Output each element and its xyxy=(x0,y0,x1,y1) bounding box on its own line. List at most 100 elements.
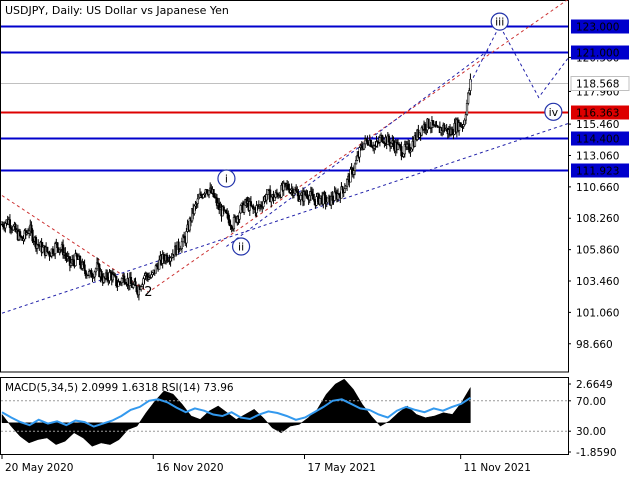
time-tick-label: 11 Nov 2021 xyxy=(464,462,531,474)
level-price-tag: 111.923 xyxy=(571,163,629,178)
candle-body xyxy=(431,120,435,126)
candle-body xyxy=(315,196,318,206)
level-tag-label: 121.000 xyxy=(576,48,619,60)
candle-body xyxy=(93,271,96,278)
candle-body xyxy=(353,163,357,171)
level-tag-label: 114.400 xyxy=(576,134,619,146)
candle-body xyxy=(177,241,180,251)
candle-body xyxy=(207,190,211,195)
candle-body xyxy=(82,261,85,266)
candle-body xyxy=(387,135,391,143)
current-price-label: 118.568 xyxy=(576,79,619,91)
candle-body xyxy=(362,143,366,150)
candle-body xyxy=(180,241,183,249)
candle-body xyxy=(273,196,276,201)
candle-body xyxy=(239,205,242,214)
candle-body xyxy=(108,271,111,281)
price-chart[interactable]: 2iiiiiiiv 120.560117.960115.460113.06011… xyxy=(0,0,640,480)
candle-body xyxy=(132,284,135,288)
candle-body xyxy=(123,275,126,283)
candle-body xyxy=(72,259,75,263)
candle-body xyxy=(120,278,124,284)
candle-body xyxy=(51,248,55,255)
candle-body xyxy=(227,213,230,220)
candle-body xyxy=(326,197,329,203)
candle-body xyxy=(83,264,86,272)
candle-body xyxy=(369,140,372,147)
candle-body xyxy=(265,194,268,201)
price-tick-label: 113.060 xyxy=(576,150,619,162)
candle-body xyxy=(106,272,109,280)
candle-body xyxy=(270,196,273,203)
candle-body xyxy=(8,219,12,228)
candle-body xyxy=(468,90,471,94)
price-tick-label: 103.460 xyxy=(576,276,619,288)
wave-text: iv xyxy=(549,106,559,119)
candle-body xyxy=(28,230,31,234)
candle-body xyxy=(166,255,169,262)
candle-body xyxy=(345,179,349,187)
candle-body xyxy=(46,246,49,253)
candle-body xyxy=(463,119,466,125)
candle-body xyxy=(162,254,165,260)
candle-body xyxy=(402,153,405,157)
price-tick-label: 105.860 xyxy=(576,245,619,257)
candle xyxy=(326,197,329,203)
level-tag-label: 116.363 xyxy=(576,108,619,120)
indicator-title: MACD(5,34,5) 2.0999 1.6318 RSI(14) 73.96 xyxy=(5,382,234,394)
candle-body xyxy=(158,259,161,270)
candle-body xyxy=(196,198,199,204)
candle-body xyxy=(392,140,395,146)
candle-body xyxy=(344,185,348,190)
level-price-tag: 121.000 xyxy=(571,45,629,60)
candle-body xyxy=(318,198,322,205)
candle-body xyxy=(308,195,311,201)
candle-body xyxy=(183,235,186,239)
price-tick-label: 98.660 xyxy=(576,339,613,351)
candle-body xyxy=(464,114,467,121)
candle-body xyxy=(378,137,381,143)
candle-body xyxy=(467,92,470,104)
level-price-tag: 114.400 xyxy=(571,131,629,146)
wave-label-2: 2 xyxy=(144,285,152,300)
candle-body xyxy=(4,223,7,229)
candle-body xyxy=(141,284,144,287)
candle-body xyxy=(381,134,384,142)
candle-body xyxy=(48,252,51,257)
candle-body xyxy=(343,188,346,193)
level-price-tag: 116.363 xyxy=(571,105,629,120)
wave-label-ii: ii xyxy=(231,237,251,256)
candle-body xyxy=(185,231,188,244)
candle xyxy=(467,92,470,106)
candle-body xyxy=(69,262,73,266)
candle-body xyxy=(400,146,403,157)
indicator-tick-label: 30.00 xyxy=(576,426,606,438)
candle-body xyxy=(310,191,314,195)
candle-body xyxy=(224,209,228,214)
candle-body xyxy=(75,253,78,257)
candle-body xyxy=(292,192,296,196)
candle-body xyxy=(64,252,67,256)
candle-body xyxy=(390,143,393,147)
indicator-tick-label: 70.00 xyxy=(576,396,606,408)
candle-body xyxy=(230,225,233,230)
candle-body xyxy=(135,285,138,293)
candle-body xyxy=(30,224,33,231)
candle-body xyxy=(129,276,133,284)
candle-body xyxy=(31,229,34,242)
candle xyxy=(427,118,430,129)
candle-body xyxy=(249,201,253,206)
candle-body xyxy=(312,194,315,200)
candle-body xyxy=(349,169,352,183)
candle-body xyxy=(150,274,153,278)
candle-body xyxy=(255,205,258,214)
candle-body xyxy=(56,242,59,249)
wave-text: ii xyxy=(238,240,244,253)
candle-body xyxy=(54,243,57,254)
level-tag-label: 111.923 xyxy=(576,166,619,178)
wave-label-iii: iii xyxy=(490,12,509,31)
candle-body xyxy=(140,286,143,290)
candle-body xyxy=(145,273,148,277)
time-tick-label: 16 Nov 2020 xyxy=(156,462,223,474)
wave-text: i xyxy=(225,173,228,186)
